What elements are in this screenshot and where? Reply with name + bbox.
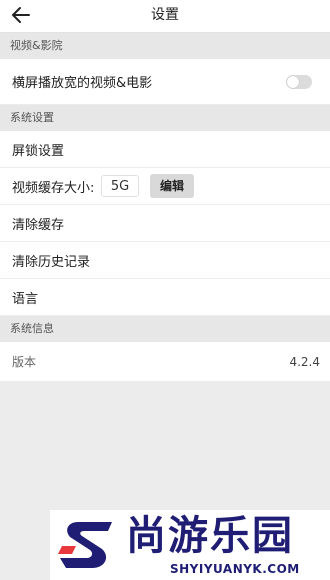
top-bar: 设置 <box>0 0 330 33</box>
language-label: 语言 <box>12 291 39 307</box>
s-logo-icon <box>58 522 112 568</box>
video-cache-size-input[interactable]: 5G <box>101 175 139 197</box>
toggle-knob <box>287 75 299 88</box>
video-cache-label: 视频缓存大小: <box>12 180 95 196</box>
screen-lock-row[interactable]: 屏锁设置 <box>0 131 330 168</box>
version-row: 版本 4.2.4 <box>0 342 330 382</box>
landscape-playback-toggle[interactable] <box>286 74 312 89</box>
site-watermark: 尚游乐园 SHYIYUANYK.COM <box>50 510 330 580</box>
section-header-system: 系统设置 <box>0 105 330 131</box>
video-cache-row: 视频缓存大小: 5G 编辑 <box>0 168 330 205</box>
watermark-title: 尚游乐园 <box>126 513 294 559</box>
page-title: 设置 <box>151 7 179 23</box>
language-row[interactable]: 语言 <box>0 279 330 316</box>
edit-button[interactable]: 编辑 <box>150 174 194 198</box>
section-header-info: 系统信息 <box>0 316 330 342</box>
clear-cache-label: 清除缓存 <box>12 217 65 233</box>
watermark-subtitle: SHYIYUANYK.COM <box>170 562 300 576</box>
clear-history-row[interactable]: 清除历史记录 <box>0 242 330 279</box>
section-header-video: 视频&影院 <box>0 33 330 59</box>
version-value: 4.2.4 <box>289 354 320 369</box>
screen-lock-label: 屏锁设置 <box>12 143 65 159</box>
clear-history-label: 清除历史记录 <box>12 254 91 270</box>
version-label: 版本 <box>12 355 37 369</box>
landscape-playback-row[interactable]: 横屏播放宽的视频&电影 <box>0 59 330 105</box>
landscape-playback-label: 横屏播放宽的视频&电影 <box>12 76 153 91</box>
clear-cache-row[interactable]: 清除缓存 <box>0 205 330 242</box>
